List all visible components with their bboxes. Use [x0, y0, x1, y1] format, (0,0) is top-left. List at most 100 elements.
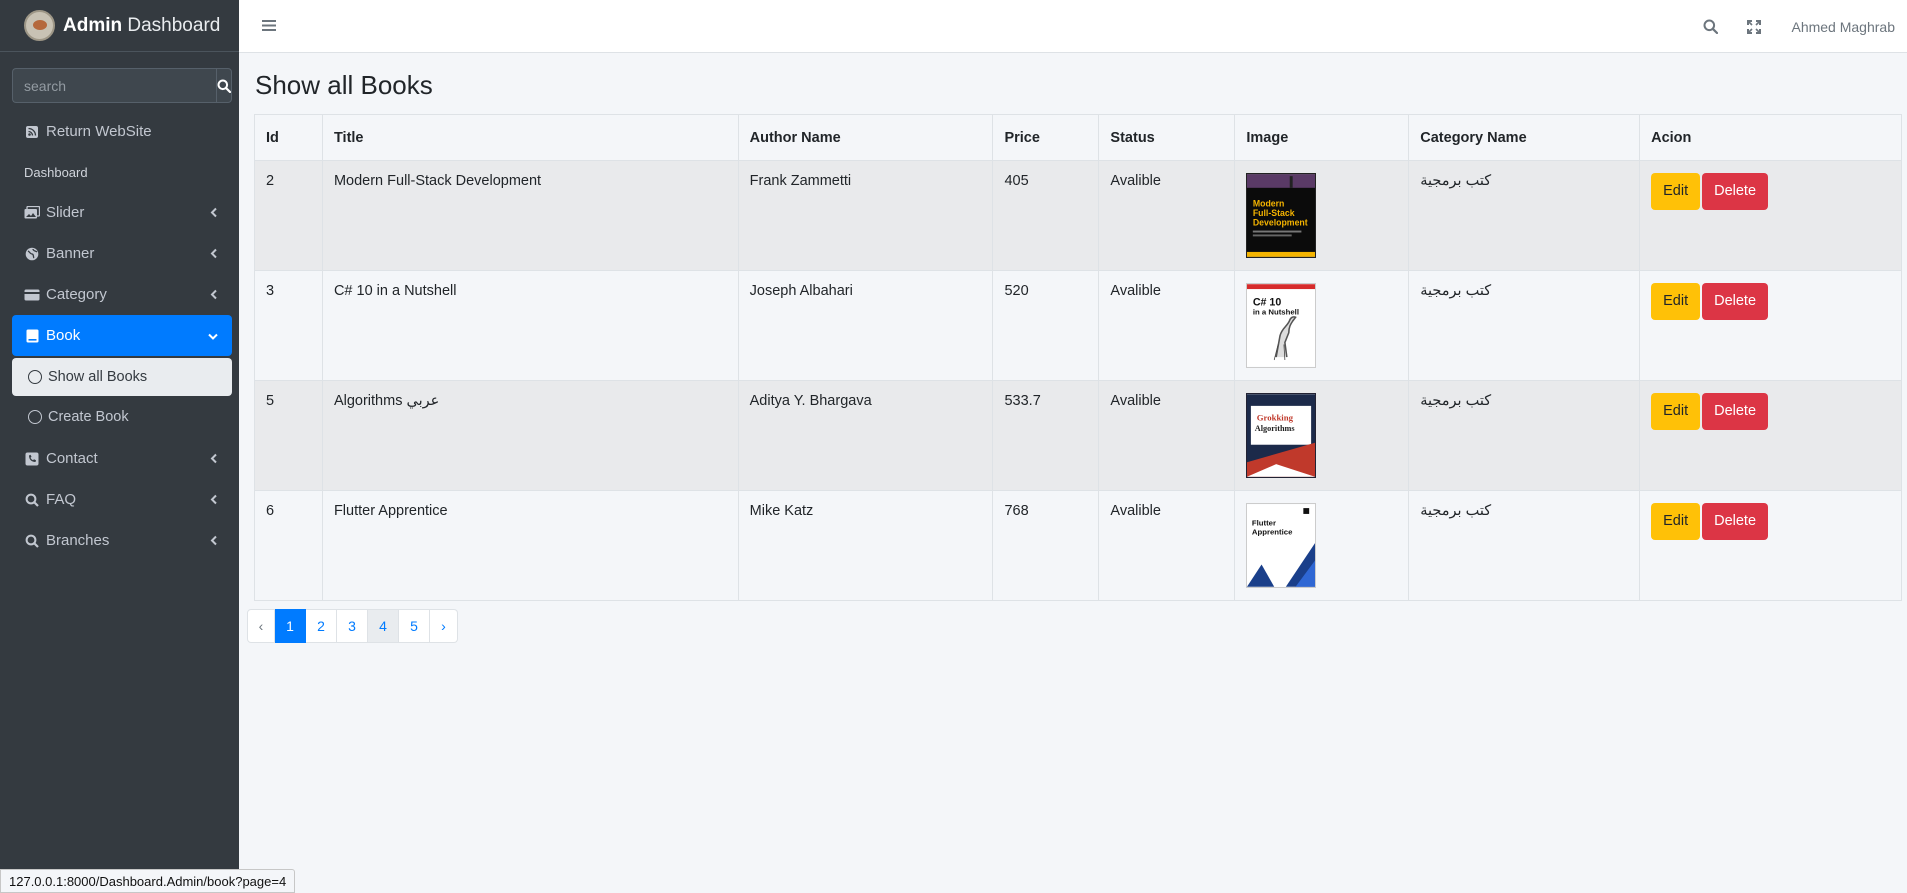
sidebar-subitem-create-book[interactable]: Create Book	[12, 398, 232, 436]
book-cover-image: Flutter Apprentice	[1246, 503, 1317, 588]
circle-icon	[28, 410, 42, 424]
search-input[interactable]	[12, 68, 216, 103]
cell-category: كتب برمجية	[1408, 270, 1641, 381]
cell-status: Avalible	[1098, 380, 1236, 491]
sidebar-item-book[interactable]: Book	[12, 315, 232, 356]
table-row: 2 Modern Full-Stack Development Frank Za…	[254, 160, 1902, 271]
column-header-status: Status	[1098, 114, 1236, 161]
column-header-title: Title	[321, 114, 739, 161]
pagination-page-2[interactable]: 2	[306, 609, 337, 643]
sidebar-item-contact[interactable]: Contact	[12, 438, 232, 479]
search-q-icon	[24, 493, 40, 507]
cell-actions: Edit Delete	[1639, 490, 1902, 601]
cell-id: 5	[254, 380, 323, 491]
cell-id: 3	[254, 270, 323, 381]
sidebar: Admin Dashboard Return WebSite Dashboard…	[0, 0, 239, 893]
edit-button[interactable]: Edit	[1651, 393, 1701, 430]
circle-icon	[28, 370, 42, 384]
chevron-left-icon	[210, 204, 218, 221]
fullscreen-icon[interactable]	[1732, 0, 1776, 53]
cell-id: 2	[254, 160, 323, 271]
cell-image: C# 10 in a Nutshell	[1234, 270, 1410, 381]
cell-image: Flutter Apprentice	[1234, 490, 1410, 601]
cell-status: Avalible	[1098, 270, 1236, 381]
sidebar-header: Dashboard	[24, 164, 88, 180]
phone-icon	[24, 452, 40, 466]
sidebar-item-banner[interactable]: Banner	[12, 233, 232, 274]
pagination-page-1[interactable]: 1	[275, 609, 306, 643]
browser-status-url: 127.0.0.1:8000/Dashboard.Admin/book?page…	[0, 869, 296, 893]
brand-logo	[24, 10, 55, 41]
column-header-action: Acion	[1639, 114, 1902, 161]
sidebar-nav: Return WebSite Dashboard Slider Banner C…	[0, 111, 239, 561]
column-header-author: Author Name	[737, 114, 994, 161]
svg-text:in a Nutshell: in a Nutshell	[1253, 307, 1299, 316]
sidebar-item-label: Branches	[46, 532, 110, 549]
card-icon	[24, 288, 40, 302]
sidebar-item-return-website[interactable]: Return WebSite	[12, 111, 232, 152]
pagination-next[interactable]: ›	[430, 609, 458, 643]
svg-text:Grokking: Grokking	[1257, 412, 1294, 422]
category-name: كتب برمجية	[1420, 503, 1492, 519]
edit-button[interactable]: Edit	[1651, 503, 1701, 540]
search-button[interactable]	[216, 68, 232, 103]
pagination: ‹ 1 2 3 4 5 ›	[247, 609, 458, 643]
table-header-row: Id Title Author Name Price Status Image …	[254, 114, 1902, 161]
chevron-left-icon	[210, 491, 218, 508]
delete-button[interactable]: Delete	[1702, 393, 1769, 430]
page-title: Show all Books	[255, 70, 433, 100]
edit-button[interactable]: Edit	[1651, 283, 1701, 320]
chevron-down-icon	[208, 327, 218, 344]
cell-price: 768	[992, 490, 1100, 601]
cell-actions: Edit Delete	[1639, 380, 1902, 491]
top-navbar: Ahmed Maghrab	[239, 0, 1907, 53]
book-cover-image: Modern Full-Stack Development	[1246, 173, 1317, 258]
sidebar-item-slider[interactable]: Slider	[12, 192, 232, 233]
svg-text:Algorithms: Algorithms	[1255, 424, 1296, 433]
pagination-page-5[interactable]: 5	[399, 609, 430, 643]
category-name: كتب برمجية	[1420, 393, 1492, 409]
cell-author: Joseph Albahari	[737, 270, 994, 381]
column-header-price: Price	[992, 114, 1100, 161]
cell-title: C# 10 in a Nutshell	[321, 270, 739, 381]
cell-price: 533.7	[992, 380, 1100, 491]
column-header-image: Image	[1234, 114, 1410, 161]
delete-button[interactable]: Delete	[1702, 173, 1769, 210]
book-icon	[24, 329, 40, 343]
sidebar-item-branches[interactable]: Branches	[12, 520, 232, 561]
user-name[interactable]: Ahmed Maghrab	[1776, 19, 1907, 35]
globe-icon	[24, 247, 40, 261]
delete-button[interactable]: Delete	[1702, 283, 1769, 320]
brand[interactable]: Admin Dashboard	[0, 0, 239, 52]
book-cover-image: C# 10 in a Nutshell	[1246, 283, 1317, 368]
cell-category: كتب برمجية	[1408, 160, 1641, 271]
pagination-prev[interactable]: ‹	[247, 609, 275, 643]
pagination-page-4[interactable]: 4	[368, 609, 399, 643]
table-row: 5 Algorithms عربي Aditya Y. Bhargava 533…	[254, 380, 1902, 491]
cell-image: Modern Full-Stack Development	[1234, 160, 1410, 271]
category-name: كتب برمجية	[1420, 283, 1492, 299]
sidebar-subitem-label: Show all Books	[48, 369, 148, 385]
category-name: كتب برمجية	[1420, 173, 1492, 189]
edit-button[interactable]: Edit	[1651, 173, 1701, 210]
delete-button[interactable]: Delete	[1702, 503, 1769, 540]
chevron-left-icon	[210, 532, 218, 549]
sidebar-item-label: Book	[46, 327, 81, 344]
pagination-page-3[interactable]: 3	[337, 609, 368, 643]
sidebar-item-label: Banner	[46, 245, 95, 262]
cell-title: Modern Full-Stack Development	[321, 160, 739, 271]
cell-category: كتب برمجية	[1408, 380, 1641, 491]
search-q-icon	[24, 534, 40, 548]
cell-author: Frank Zammetti	[737, 160, 994, 271]
sidebar-subitem-show-all-books[interactable]: Show all Books	[12, 358, 232, 396]
cell-actions: Edit Delete	[1639, 270, 1902, 381]
svg-text:Flutter: Flutter	[1252, 519, 1276, 528]
sidebar-item-category[interactable]: Category	[12, 274, 232, 315]
sidebar-item-faq[interactable]: FAQ	[12, 479, 232, 520]
brand-title-bold: Admin	[63, 14, 123, 36]
menu-toggle-icon[interactable]	[262, 19, 276, 36]
svg-text:Apprentice: Apprentice	[1252, 527, 1293, 536]
chevron-left-icon	[210, 245, 218, 262]
navbar-search-icon[interactable]	[1688, 0, 1732, 53]
table-row: 6 Flutter Apprentice Mike Katz 768 Avali…	[254, 490, 1902, 601]
